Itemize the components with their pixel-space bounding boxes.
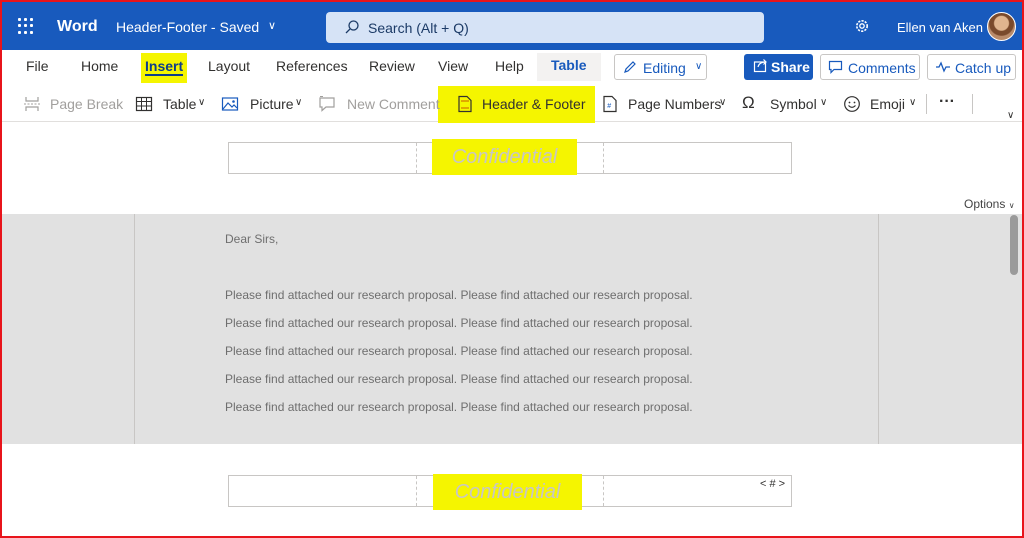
page-break-icon [24, 97, 40, 111]
divider [972, 94, 973, 114]
body-line[interactable]: Please find attached our research propos… [225, 372, 693, 386]
left-margin-guide [134, 214, 135, 444]
page-number-icon: # [603, 95, 617, 113]
tab-layout[interactable]: Layout [208, 58, 250, 78]
options-dropdown[interactable]: Options ∨ [964, 197, 1015, 211]
tab-home[interactable]: Home [81, 58, 118, 78]
gear-icon[interactable] [854, 18, 870, 34]
header-footer-button[interactable]: Header & Footer [456, 86, 586, 122]
comments-label: Comments [848, 60, 916, 76]
symbol-label: Symbol [770, 96, 817, 112]
tab-file[interactable]: File [26, 58, 49, 78]
share-icon [753, 59, 767, 73]
emoji-label: Emoji [870, 96, 906, 112]
chevron-down-icon: ∨ [909, 97, 917, 108]
new-comment-button[interactable]: New Comment [318, 86, 440, 122]
page-break-button[interactable]: Page Break [23, 86, 123, 122]
more-options-button[interactable]: ··· [939, 86, 961, 122]
picture-label: Picture [250, 96, 294, 112]
comments-button[interactable]: Comments [820, 54, 920, 80]
picture-icon [221, 97, 239, 111]
chevron-down-icon: ∨ [695, 61, 703, 72]
share-label: Share [771, 59, 810, 75]
header-footer-label: Header & Footer [482, 96, 586, 112]
table-label: Table [163, 96, 197, 112]
page-numbers-button[interactable]: # Page Numbers ∨ [601, 86, 733, 122]
chevron-down-icon[interactable]: ∨ [1007, 110, 1014, 121]
tab-references[interactable]: References [276, 58, 348, 78]
body-line[interactable]: Please find attached our research propos… [225, 400, 693, 414]
chevron-down-icon[interactable]: ∨ [268, 19, 276, 32]
salutation[interactable]: Dear Sirs, [225, 232, 278, 246]
editing-mode-button[interactable]: Editing ∨ [614, 54, 707, 80]
editing-mode-label: Editing [643, 60, 686, 76]
share-button[interactable]: Share [744, 54, 813, 80]
omega-icon: Ω [742, 93, 755, 112]
body-line[interactable]: Please find attached our research propos… [225, 316, 693, 330]
table-button[interactable]: Table ∨ [135, 86, 211, 122]
pulse-icon [936, 61, 950, 73]
divider [926, 94, 927, 114]
new-comment-icon [319, 96, 335, 112]
tab-insert[interactable]: Insert [141, 53, 188, 83]
right-margin-guide [878, 214, 879, 444]
chevron-down-icon: ∨ [719, 97, 727, 108]
footer-confidential-text[interactable]: Confidential [433, 474, 582, 510]
search-placeholder: Search (Alt + Q) [368, 20, 469, 36]
symbol-button[interactable]: Ω Symbol ∨ [742, 86, 832, 122]
tab-view[interactable]: View [438, 58, 468, 78]
chevron-down-icon: ∨ [820, 97, 828, 108]
tab-table[interactable]: Table [537, 53, 601, 81]
comment-icon [828, 60, 843, 74]
svg-text:#: # [607, 103, 611, 110]
more-icon: ··· [939, 93, 955, 110]
picture-button[interactable]: Picture ∨ [221, 86, 308, 122]
table-icon [135, 96, 153, 112]
new-comment-label: New Comment [347, 96, 440, 112]
search-box[interactable]: Search (Alt + Q) [326, 12, 764, 43]
emoji-button[interactable]: Emoji ∨ [843, 86, 923, 122]
app-name[interactable]: Word [57, 18, 98, 36]
chevron-down-icon: ∨ [1008, 201, 1015, 210]
page-numbers-label: Page Numbers [628, 96, 722, 112]
document-name[interactable]: Header-Footer - Saved [116, 19, 259, 35]
catch-up-label: Catch up [955, 60, 1012, 76]
header-confidential-text[interactable]: Confidential [432, 139, 577, 175]
tab-help[interactable]: Help [495, 58, 524, 78]
body-line[interactable]: Please find attached our research propos… [225, 344, 693, 358]
catch-up-button[interactable]: Catch up [927, 54, 1016, 80]
tab-review[interactable]: Review [369, 58, 415, 78]
title-bar: Word Header-Footer - Saved ∨ Search (Alt… [2, 2, 1022, 50]
header-footer-icon [458, 95, 472, 113]
search-icon [345, 20, 359, 34]
chevron-down-icon: ∨ [295, 97, 303, 108]
vertical-scrollbar[interactable] [1010, 215, 1018, 275]
pencil-icon [624, 61, 636, 73]
tab-insert-label: Insert [145, 58, 184, 76]
page-number-field[interactable]: < # > [760, 478, 785, 490]
options-label: Options [964, 197, 1006, 211]
user-name[interactable]: Ellen van Aken [897, 20, 983, 35]
app-window: Word Header-Footer - Saved ∨ Search (Alt… [0, 0, 1024, 538]
smiley-icon [844, 96, 860, 112]
avatar[interactable] [987, 12, 1016, 41]
body-line[interactable]: Please find attached our research propos… [225, 288, 693, 302]
page-break-label: Page Break [50, 96, 124, 112]
app-launcher-icon[interactable] [18, 18, 34, 34]
chevron-down-icon: ∨ [198, 97, 206, 108]
